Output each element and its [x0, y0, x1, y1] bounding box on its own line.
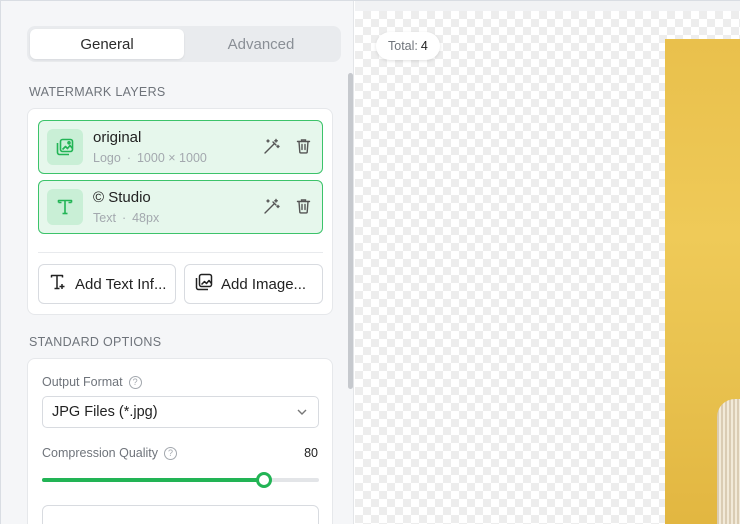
preview-top-strip	[355, 1, 740, 11]
add-image-label: Add Image...	[221, 275, 307, 293]
output-format-label: Output Format ?	[42, 375, 142, 389]
watermark-layers-heading: WATERMARK LAYERS	[29, 85, 166, 99]
image-add-icon	[195, 273, 213, 295]
compression-label: Compression Quality ?	[42, 446, 178, 460]
trash-icon[interactable]	[294, 197, 312, 215]
text-add-icon	[49, 273, 67, 295]
partial-button[interactable]	[42, 505, 319, 524]
compression-value: 80	[304, 446, 318, 460]
watermark-layers-card: original Logo · 1000 × 1000 © Studio Tex…	[27, 108, 333, 315]
magic-edit-icon[interactable]	[262, 137, 280, 155]
layer-name: original	[93, 129, 142, 146]
layer-meta: Text · 48px	[93, 211, 159, 225]
total-count-badge: Total: 4	[376, 32, 440, 60]
output-format-value: JPG Files (*.jpg)	[52, 404, 158, 420]
tab-general[interactable]: General	[30, 29, 184, 59]
preview-image	[665, 39, 740, 524]
add-image-button[interactable]: Add Image...	[184, 264, 323, 304]
help-icon[interactable]: ?	[128, 375, 142, 389]
compression-text: Compression Quality	[42, 446, 159, 460]
layers-divider	[38, 252, 323, 253]
total-value: 4	[420, 39, 428, 53]
standard-options-card: Output Format ? JPG Files (*.jpg) Compre…	[27, 358, 333, 524]
add-text-button[interactable]: Add Text Inf...	[38, 264, 176, 304]
image-layer-icon	[47, 129, 83, 165]
layer-actions	[262, 137, 312, 155]
slider-thumb[interactable]	[255, 472, 272, 488]
sweater-detail	[717, 399, 740, 524]
slider-fill	[42, 478, 264, 482]
layer-detail: 48px	[132, 211, 160, 225]
compression-slider[interactable]	[42, 472, 319, 488]
layer-item-original[interactable]: original Logo · 1000 × 1000	[38, 120, 323, 174]
trash-icon[interactable]	[294, 137, 312, 155]
layer-type: Text	[93, 211, 116, 225]
layer-item-studio[interactable]: © Studio Text · 48px	[38, 180, 323, 234]
preview-canvas: Total: 4	[355, 11, 740, 524]
magic-edit-icon[interactable]	[262, 197, 280, 215]
standard-options-heading: STANDARD OPTIONS	[29, 335, 162, 349]
layer-type: Logo	[93, 151, 121, 165]
help-icon[interactable]: ?	[164, 446, 178, 460]
mode-tabs: General Advanced	[27, 26, 341, 62]
tab-advanced[interactable]: Advanced	[184, 29, 338, 59]
text-layer-icon	[47, 189, 83, 225]
meta-separator: ·	[126, 151, 131, 165]
output-format-select[interactable]: JPG Files (*.jpg)	[42, 396, 319, 428]
layer-name: © Studio	[93, 189, 151, 206]
total-label: Total:	[388, 39, 418, 53]
panel-scrollbar[interactable]	[348, 73, 353, 389]
output-format-text: Output Format	[42, 375, 123, 389]
settings-panel: General Advanced WATERMARK LAYERS origin…	[1, 1, 354, 524]
add-text-label: Add Text Inf...	[75, 275, 167, 293]
chevron-down-icon	[296, 406, 308, 422]
layer-meta: Logo · 1000 × 1000	[93, 151, 207, 165]
layer-detail: 1000 × 1000	[136, 151, 207, 165]
meta-separator: ·	[121, 211, 127, 225]
layer-actions	[262, 197, 312, 215]
